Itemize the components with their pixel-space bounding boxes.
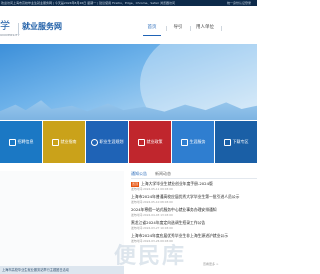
tile-label: 招聘信息 [17, 139, 34, 144]
tile-label: 就业指南 [60, 139, 77, 144]
tile-guide[interactable]: 就业指南 [43, 121, 85, 163]
watermark: 便民库 [114, 244, 187, 269]
tile-download[interactable]: 下载专区 [215, 121, 257, 163]
quick-access-tiles: 招聘信息 就业指南 职业生涯规划 就业政策 生涯服务 下载专区 [0, 121, 257, 163]
news-image-panel[interactable] [0, 171, 124, 274]
list-item[interactable]: 置顶 上海大学毕业生就业创业年度手册-2024版 发布时间:2024-05-11 … [131, 181, 257, 192]
news-date: 发布时间:2024-05-11 09:03:00 [131, 187, 173, 191]
logo-divider [18, 23, 19, 35]
news-title-text: 上海大学毕业生就业创业年度手册-2024版 [141, 181, 213, 186]
compass-icon [90, 138, 98, 146]
nav-item-home[interactable]: 首页 [141, 23, 163, 36]
tile-career-plan[interactable]: 职业生涯规划 [86, 121, 128, 163]
nav-separator [190, 26, 191, 31]
nav-separator [166, 26, 167, 31]
tile-label: 生涯服务 [189, 139, 206, 144]
news-date: 发布时间:2024-03-27 10:03:00 [131, 226, 173, 230]
briefcase-icon [8, 138, 16, 146]
news-image-caption[interactable]: 上海市高校毕业生就业服务站举行主题团日活动 [0, 266, 124, 274]
tile-label: 就业政策 [146, 139, 163, 144]
nav-separator [221, 26, 222, 31]
chart-icon [180, 138, 188, 146]
document-icon [137, 138, 145, 146]
nav-item-more[interactable] [223, 23, 243, 33]
pinned-badge: 置顶 [131, 182, 140, 187]
news-date: 发布时间:2024-04-03 13:03:00 [131, 213, 173, 217]
nav-item-employers[interactable]: 用人单位 [192, 23, 218, 33]
list-item[interactable]: 上海市2024年普通高校应届优秀大学毕业生第一批引进人员公示 发布时间:2024… [131, 194, 257, 205]
list-item[interactable]: 2024年寒假一站式服务中心就业事务办理安排通知 发布时间:2024-04-03… [131, 207, 257, 218]
view-more-link[interactable]: 查看更多 > [203, 262, 218, 266]
tile-label: 下载专区 [232, 139, 249, 144]
download-icon [223, 138, 231, 146]
logo-subtitle: UNIVERSITY [0, 33, 20, 37]
top-info-text: 欢迎访问上海市高校毕业生就业服务网 | 今天是2024年8月26日 星期一 | … [1, 1, 176, 5]
nav-item-guide[interactable]: 导引 [168, 23, 188, 33]
book-icon [51, 138, 59, 146]
list-item[interactable]: 黑龙江省2024年度定向选调生招录工作公告 发布时间:2024-03-27 10… [131, 220, 257, 231]
site-name: 就业服务网 [22, 22, 62, 31]
tile-policy[interactable]: 就业政策 [129, 121, 171, 163]
site-header: 学 UNIVERSITY 就业服务网 首页 导引 用人单位 [0, 6, 257, 44]
tab-news[interactable]: 新闻动态 [155, 170, 171, 178]
tile-recruitment[interactable]: 招聘信息 [0, 121, 42, 163]
tab-notices[interactable]: 通知公告 [131, 170, 147, 178]
news-date: 发布时间:2024-05-10 08:03:00 [131, 200, 173, 204]
tabs-divider [131, 178, 257, 179]
tile-career-service[interactable]: 生涯服务 [172, 121, 214, 163]
hero-banner [0, 44, 257, 120]
tile-label: 职业生涯规划 [99, 139, 124, 144]
